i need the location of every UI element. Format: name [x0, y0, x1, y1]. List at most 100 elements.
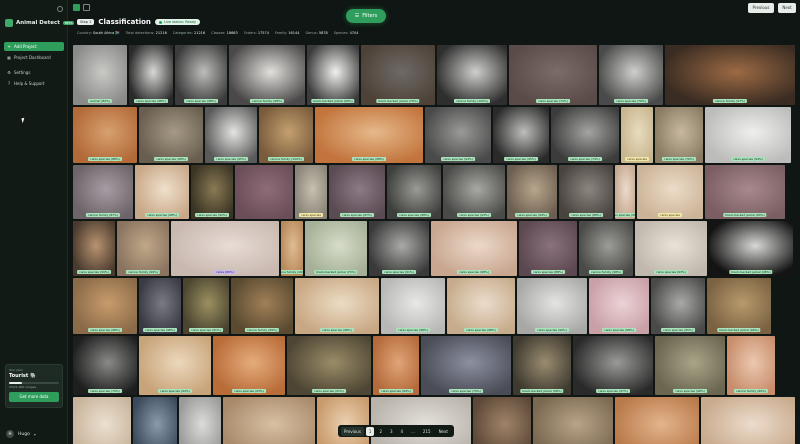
- image-tile[interactable]: [701, 397, 795, 444]
- image-tile[interactable]: canine family (100%): [281, 221, 303, 276]
- image-tile[interactable]: canis species (98%): [139, 278, 181, 334]
- image-tile[interactable]: canis species (76%): [655, 107, 703, 163]
- image-tile[interactable]: canis species (99%): [517, 278, 587, 334]
- image-tile[interactable]: canis species (97%): [329, 165, 385, 219]
- image-tile[interactable]: canine family (98%): [579, 221, 633, 276]
- image-tile[interactable]: canis species (98%): [381, 278, 445, 334]
- image-tile[interactable]: [235, 165, 293, 219]
- image-tile[interactable]: canis species (74%): [551, 107, 619, 163]
- image-tile[interactable]: canine family (87%): [73, 165, 133, 219]
- image-tile[interactable]: canine family (99%): [117, 221, 169, 276]
- page-2-button[interactable]: 2: [376, 427, 385, 436]
- image-tile[interactable]: black-backed jackal (99%): [307, 45, 359, 105]
- image-tile[interactable]: black-backed jackal (70%): [361, 45, 435, 105]
- image-tile[interactable]: canis species (88%): [519, 221, 577, 276]
- get-more-data-button[interactable]: Get more data: [9, 392, 59, 402]
- sidebar-item-project-dashboard[interactable]: ▦ Project Dashboard: [4, 53, 64, 62]
- next-step-button[interactable]: Next: [778, 3, 796, 13]
- theme-toggle-icon[interactable]: [57, 6, 63, 12]
- image-tile[interactable]: canis species (98%): [295, 278, 379, 334]
- image-tile[interactable]: canis species (79%): [421, 336, 511, 395]
- image-tile[interactable]: black-backed jackal (99%): [707, 278, 771, 334]
- classification-label: canis species (99%): [515, 213, 549, 217]
- classification-label: canis species (98%): [88, 328, 122, 332]
- image-tile[interactable]: canis species (79%): [599, 45, 663, 105]
- panel-icon[interactable]: [73, 4, 80, 11]
- image-tile[interactable]: canis species (91%): [183, 278, 229, 334]
- sidebar-item-help[interactable]: ? Help & Support: [4, 79, 64, 88]
- image-tile[interactable]: canis species (98%): [129, 45, 173, 105]
- image-tile[interactable]: canis species (88%): [559, 165, 613, 219]
- image-tile[interactable]: canis species (98%): [447, 278, 515, 334]
- sidebar-item-settings[interactable]: ⚙ Settings: [4, 68, 64, 77]
- image-tile[interactable]: canine family (100%): [259, 107, 313, 163]
- image-tile[interactable]: canis species (98%): [73, 278, 137, 334]
- image-tile[interactable]: canis species: [295, 165, 327, 219]
- image-tile[interactable]: black-backed jackal (98%): [709, 221, 793, 276]
- page-3-button[interactable]: 3: [387, 427, 396, 436]
- page-4-button[interactable]: 4: [398, 427, 407, 436]
- image-tile[interactable]: canis species (95%): [205, 107, 257, 163]
- image-tile[interactable]: canis species (95%): [493, 107, 549, 163]
- image-tile[interactable]: canis species (94%): [139, 336, 211, 395]
- image-tile[interactable]: [473, 397, 531, 444]
- filters-button[interactable]: ☰ Filters: [346, 9, 386, 23]
- image-tile[interactable]: [223, 397, 315, 444]
- page-1-button[interactable]: 1: [365, 426, 375, 436]
- image-tile[interactable]: canine family (100%): [437, 45, 507, 105]
- image-tile[interactable]: [133, 397, 177, 444]
- image-tile[interactable]: canis species (98%): [387, 165, 441, 219]
- image-tile[interactable]: canis species (98%): [589, 278, 649, 334]
- image-tile[interactable]: canis (95%): [171, 221, 279, 276]
- image-tile[interactable]: canis species (95%): [651, 278, 705, 334]
- top-bar: Previous Next: [69, 0, 800, 16]
- image-tile[interactable]: canine family (99%): [727, 336, 775, 395]
- image-tile[interactable]: canis species (88%): [73, 107, 137, 163]
- logo-icon: [5, 19, 13, 27]
- image-tile[interactable]: [179, 397, 221, 444]
- classification-label: canine family (100%): [267, 157, 305, 161]
- image-tile[interactable]: canis (97%): [73, 397, 131, 444]
- image-tile[interactable]: canis species (93%): [635, 221, 707, 276]
- image-tile[interactable]: canis species (93%): [213, 336, 285, 395]
- previous-step-button[interactable]: Previous: [748, 3, 774, 13]
- image-tile[interactable]: canis species (98%): [315, 107, 423, 163]
- image-tile[interactable]: canis species (91%): [287, 336, 371, 395]
- image-tile[interactable]: canis species (99%): [73, 221, 115, 276]
- image-tile[interactable]: canine family (97%): [665, 45, 795, 105]
- page-215-button[interactable]: 215: [420, 427, 434, 436]
- image-tile[interactable]: black-backed jackal (94%): [705, 165, 785, 219]
- image-tile[interactable]: canis species (94%): [425, 107, 491, 163]
- image-tile[interactable]: black-backed jackal (74%): [305, 221, 367, 276]
- pagination-next-button[interactable]: Next: [436, 427, 451, 436]
- image-tile[interactable]: canis species (98%): [431, 221, 517, 276]
- image-tile[interactable]: canis species: [621, 107, 653, 163]
- image-tile[interactable]: canis species (98%): [615, 165, 635, 219]
- user-menu[interactable]: H Hugo ▾: [6, 430, 36, 438]
- image-tile[interactable]: canis species (94%): [705, 107, 791, 163]
- image-tile[interactable]: canis species (91%): [369, 221, 429, 276]
- pagination-previous-button[interactable]: Previous: [341, 426, 364, 436]
- image-tile[interactable]: canis species (93%): [443, 165, 505, 219]
- sidebar-item-add-project[interactable]: + Add Project: [4, 42, 64, 51]
- image-tile[interactable]: canis species (97%): [573, 336, 653, 395]
- layout-icon[interactable]: [83, 4, 90, 11]
- image-tile[interactable]: canis species (92%): [191, 165, 233, 219]
- image-tile[interactable]: canis species (96%): [655, 336, 725, 395]
- image-tile[interactable]: [533, 397, 613, 444]
- image-tile[interactable]: canine family (99%): [231, 278, 293, 334]
- image-tile[interactable]: canis species (98%): [135, 165, 189, 219]
- image-tile[interactable]: canis species (74%): [509, 45, 597, 105]
- image-tile[interactable]: [615, 397, 699, 444]
- image-tile[interactable]: canis species (99%): [507, 165, 557, 219]
- image-tile[interactable]: black-backed jackal (98%): [513, 336, 571, 395]
- image-tile[interactable]: animal (82%): [73, 45, 127, 105]
- image-tile[interactable]: canis species (79%): [73, 336, 137, 395]
- image-tile[interactable]: canis species: [637, 165, 703, 219]
- image-tile[interactable]: canis species (98%): [139, 107, 203, 163]
- classification-label: canine family (87%): [85, 213, 121, 217]
- image-tile[interactable]: canis species (98%): [175, 45, 227, 105]
- image-tile[interactable]: canis species (99%): [373, 336, 419, 395]
- classification-label: canis species (88%): [569, 213, 603, 217]
- image-tile[interactable]: canine family (98%): [229, 45, 305, 105]
